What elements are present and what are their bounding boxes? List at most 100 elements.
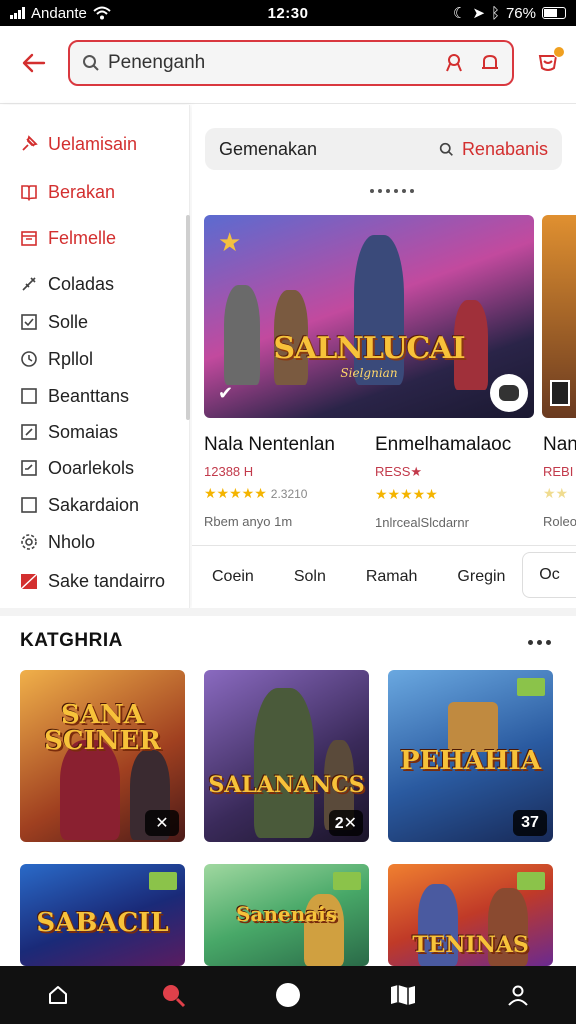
ribbon-icon[interactable] (444, 53, 464, 73)
filter-bar[interactable]: Gemenakan Renabanis (205, 128, 562, 170)
game-title: Enmelhamalaoc (375, 434, 512, 455)
featured-card[interactable]: ★ SALNLUCAI Sielgnian ✔ (204, 215, 534, 418)
sidebar-item-label: Felmelle (48, 227, 117, 248)
user-icon (508, 985, 529, 1006)
top-bar: Penenganh (0, 26, 576, 104)
bottom-navigation (0, 966, 576, 1024)
section-more-button[interactable] (528, 640, 551, 645)
tile-logo: Sanenais (235, 902, 338, 926)
chip-1[interactable]: Soln (274, 568, 346, 586)
sidebar-item-label: Coladas (48, 273, 115, 294)
sidebar-item-6[interactable]: Beanttans (20, 381, 185, 411)
search-input[interactable]: Penenganh (108, 52, 444, 74)
nav-profile[interactable] (496, 973, 540, 1017)
sidebar-item-5[interactable]: Rpllol (20, 344, 185, 374)
battery-icon (542, 7, 566, 19)
square-icon (20, 496, 38, 514)
sidebar-item-8[interactable]: Ooarlekols (20, 453, 185, 483)
rating-text: 2.3210 (270, 487, 308, 501)
card-info-2[interactable]: Nan REBI ★★ Roleo (543, 418, 576, 529)
sidebar-item-3[interactable]: Coladas (20, 269, 185, 299)
book-icon (20, 183, 38, 201)
chip-2[interactable]: Ramah (346, 568, 438, 586)
tile-tag-icon (517, 872, 545, 890)
card-info-0[interactable]: Nala Nentenlan 12388 H ★★★★★ 2.3210 Rbem … (204, 418, 364, 529)
tag-icon (20, 275, 38, 293)
next-card-peek[interactable] (542, 215, 576, 418)
game-tile[interactable]: SABACIL (20, 864, 185, 966)
tile-logo: SANA SCINER (44, 700, 161, 756)
sidebar-item-4[interactable]: Solle (20, 307, 185, 337)
sidebar-item-0[interactable]: Uelamisain (20, 129, 185, 159)
search-icon (83, 55, 99, 71)
game-tile[interactable]: Sanenais (204, 864, 369, 966)
edit-square-icon (20, 459, 38, 477)
carrier-name: Andante (31, 4, 87, 22)
sidebar-item-10[interactable]: Nholo (20, 527, 185, 557)
rating-stars: ★★ (543, 485, 569, 501)
controller-icon[interactable] (490, 374, 528, 412)
tile-tag-icon (149, 872, 177, 890)
signal-icon (10, 7, 25, 19)
carousel-dots[interactable] (370, 189, 414, 193)
nav-home[interactable] (36, 973, 80, 1017)
sidebar-item-11[interactable]: Sake tandairro (20, 566, 185, 596)
tile-tag-icon (517, 678, 545, 696)
game-meta: RESS★ (375, 464, 423, 479)
category-sidebar: Uelamisain Berakan Felmelle Coladas Soll… (0, 105, 190, 608)
bell-icon[interactable] (480, 53, 500, 73)
sidebar-item-label: Nholo (48, 531, 96, 552)
nav-library[interactable] (381, 973, 425, 1017)
game-meta: 12388 H (204, 464, 254, 479)
rating-stars: ★★★★★ (375, 486, 438, 502)
tile-logo: SALANANCS (208, 772, 365, 798)
section-title: KATGHRIA (20, 630, 123, 651)
arrow-left-icon (22, 53, 46, 73)
check-icon: ✔ (218, 383, 234, 403)
filter-search-button[interactable]: Renabanis (439, 139, 548, 160)
sidebar-item-7[interactable]: Somaias (20, 417, 185, 447)
notification-button[interactable] (535, 46, 565, 78)
nav-center[interactable] (266, 973, 310, 1017)
genre-chips: Coein Soln Ramah Gregin Oc (192, 545, 576, 607)
home-icon (48, 986, 67, 1004)
search-field[interactable]: Penenganh (68, 40, 514, 86)
chip-more-button[interactable]: Oc (522, 552, 576, 598)
game-tile[interactable]: SALANANCS 2✕ (204, 670, 369, 842)
star-icon: ★ (218, 227, 242, 257)
sidebar-item-label: Sakardaion (48, 494, 140, 515)
moon-icon: ☾ (452, 5, 467, 22)
search-icon (439, 142, 453, 156)
sidebar-item-9[interactable]: Sakardaion (20, 490, 185, 520)
game-logo-subtitle: Sielgnian (340, 366, 398, 380)
back-button[interactable] (14, 46, 54, 80)
game-footnote: 1nlrcealSlcdarnr (375, 515, 469, 530)
check-square-icon (20, 313, 38, 331)
filter-action-label: Renabanis (461, 138, 548, 159)
sidebar-item-label: Ooarlekols (48, 457, 135, 478)
sidebar-item-2[interactable]: Felmelle (20, 223, 185, 253)
tile-logo: SABACIL (36, 908, 169, 938)
game-meta: REBI (543, 464, 574, 479)
chip-0[interactable]: Coein (192, 568, 274, 586)
tile-badge: ✕ (145, 810, 179, 836)
section-divider (0, 608, 576, 616)
location-icon: ➤ (472, 5, 485, 22)
wifi-icon (93, 6, 111, 20)
game-tile[interactable]: TENINAS (388, 864, 553, 966)
sidebar-item-label: Uelamisain (48, 133, 138, 154)
game-tile[interactable]: SANA SCINER ✕ (20, 670, 185, 842)
notification-badge (553, 46, 565, 58)
game-tile[interactable]: PEHAHIA 37 (388, 670, 553, 842)
featured-panel: Gemenakan Renabanis ★ SALNLUCAI Sielgnia… (192, 105, 576, 608)
sidebar-item-label: Rpllol (48, 348, 94, 369)
sidebar-item-1[interactable]: Berakan (20, 177, 185, 207)
sidebar-scrollbar[interactable] (186, 215, 190, 420)
chip-3[interactable]: Gregin (437, 568, 525, 586)
sidebar-item-label: Somaias (48, 421, 119, 442)
nav-search[interactable] (151, 973, 195, 1017)
game-title: Nala Nentenlan (204, 434, 335, 455)
square-icon (20, 387, 38, 405)
card-info-1[interactable]: Enmelhamalaoc RESS★ ★★★★★ 1nlrcealSlcdar… (375, 418, 535, 530)
status-bar: Andante 12:30 ☾ ➤ ᛒ 76% (0, 0, 576, 26)
